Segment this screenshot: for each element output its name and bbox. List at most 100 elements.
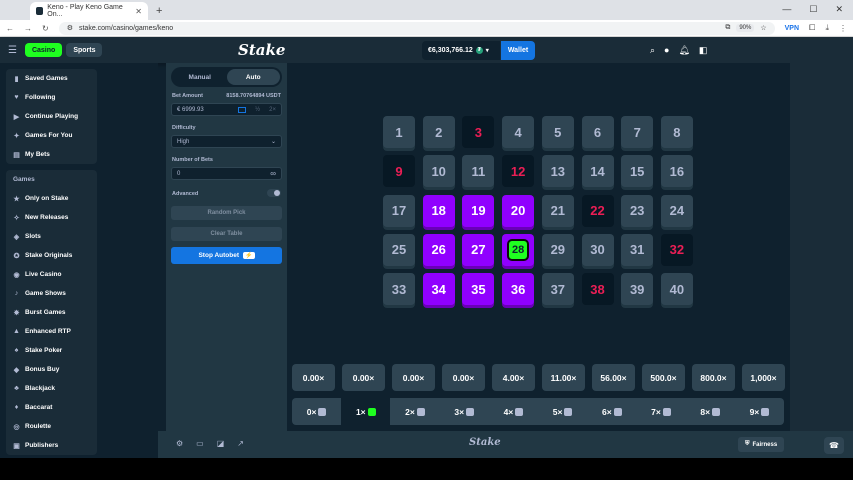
sidebar-item-bonus-buy[interactable]: ◆ Bonus Buy — [6, 360, 97, 379]
keno-tile[interactable]: 30 — [581, 233, 614, 266]
keno-tile[interactable]: 17 — [383, 194, 415, 227]
notifications-icon[interactable]: 🔔︎ — [678, 45, 689, 56]
sidebar-item-burst-games[interactable]: ✸ Burst Games — [6, 303, 97, 322]
search-icon[interactable]: ⌕ — [650, 45, 655, 56]
sidebar-item-following[interactable]: ♥ Following — [6, 88, 97, 107]
keno-tile[interactable]: 40 — [660, 273, 693, 306]
forward-icon[interactable]: → — [24, 24, 32, 33]
sidebar-item-roulette[interactable]: ◎ Roulette — [6, 417, 97, 436]
keno-tile[interactable]: 36 — [502, 273, 535, 306]
keno-tile[interactable]: 3 — [462, 116, 495, 148]
sidebar-item-enhanced-rtp[interactable]: ▲ Enhanced RTP — [6, 322, 97, 341]
double-bet-button[interactable]: 2× — [269, 107, 276, 113]
difficulty-select[interactable]: High ⌄ — [171, 135, 282, 148]
bookmark-star-icon[interactable]: ☆ — [760, 24, 766, 32]
sidebar-item-slots[interactable]: ◈ Slots — [6, 227, 97, 246]
site-info-icon[interactable]: ⚙ — [67, 24, 73, 32]
half-bet-button[interactable]: ½ — [255, 107, 260, 113]
zoom-level[interactable]: 90% — [736, 24, 755, 32]
sidebar-item-game-shows[interactable]: ♪ Game Shows — [6, 284, 97, 303]
keno-tile[interactable]: 2 — [422, 116, 455, 148]
chat-toggle-icon[interactable]: ◧ — [699, 45, 708, 56]
keno-tile[interactable]: 39 — [621, 273, 654, 306]
balance-display[interactable]: €6,303,766.12 ₮ ▾ — [422, 41, 500, 60]
keno-tile[interactable]: 35 — [462, 273, 495, 306]
theatre-mode-icon[interactable]: ▭ — [196, 439, 204, 448]
keno-tile[interactable]: 18 — [422, 194, 455, 227]
stop-autobet-button[interactable]: Stop Autobet ⚡ — [171, 247, 282, 264]
menu-icon[interactable]: ☰ — [8, 45, 17, 56]
keno-tile[interactable]: 15 — [621, 155, 654, 188]
browser-menu-icon[interactable]: ⋮ — [839, 24, 847, 33]
number-of-bets-input[interactable]: 0 ∞ — [171, 167, 282, 180]
bet-amount-input[interactable]: € 6999.93 ½ 2× — [171, 103, 282, 116]
auto-mode-tab[interactable]: Auto — [226, 69, 280, 85]
user-icon[interactable]: ● — [664, 45, 669, 56]
minimize-icon[interactable]: — — [782, 4, 791, 15]
sidebar-item-baccarat[interactable]: ♦ Baccarat — [6, 398, 97, 417]
popout-icon[interactable]: ↗ — [237, 439, 244, 448]
keno-tile[interactable]: 24 — [660, 194, 693, 227]
back-icon[interactable]: ← — [6, 24, 14, 33]
keno-tile[interactable]: 1 — [383, 116, 415, 148]
translate-icon[interactable]: ⧉ — [725, 24, 730, 32]
browser-tab[interactable]: Keno - Play Keno Game On... ✕ — [30, 2, 148, 20]
infinity-icon[interactable]: ∞ — [270, 169, 276, 178]
advanced-toggle[interactable] — [267, 189, 281, 197]
sidebar-item-games-for-you[interactable]: ✦ Games For You — [6, 126, 97, 145]
extensions-icon[interactable]: ⧠ — [809, 23, 815, 33]
keno-tile[interactable]: 38 — [581, 273, 614, 306]
keno-tile[interactable]: 12 — [502, 155, 535, 188]
sidebar-item-stake-originals[interactable]: ✪ Stake Originals — [6, 246, 97, 265]
clear-table-button[interactable]: Clear Table — [171, 227, 282, 241]
keno-tile[interactable]: 11 — [462, 155, 495, 188]
keno-tile[interactable]: 23 — [621, 194, 654, 227]
sidebar-item-new-releases[interactable]: ✧ New Releases — [6, 208, 97, 227]
sidebar-item-publishers[interactable]: ▣ Publishers — [6, 436, 97, 455]
reload-icon[interactable]: ↻ — [42, 24, 49, 33]
sidebar-item-saved-games[interactable]: ▮ Saved Games — [6, 69, 97, 88]
sidebar-item-continue-playing[interactable]: ▶ Continue Playing — [6, 107, 97, 126]
keno-tile[interactable]: 22 — [581, 194, 614, 227]
random-pick-button[interactable]: Random Pick — [171, 206, 282, 220]
fairness-button[interactable]: ⛨ Fairness — [738, 437, 785, 452]
keno-tile[interactable]: 5 — [541, 116, 574, 148]
keno-tile[interactable]: 29 — [541, 233, 574, 266]
keno-tile[interactable]: 21 — [541, 194, 574, 227]
keno-tile[interactable]: 6 — [581, 116, 614, 148]
sidebar-item-stake-poker[interactable]: ♠ Stake Poker — [6, 341, 97, 360]
sidebar-item-live-casino[interactable]: ◉ Live Casino — [6, 265, 97, 284]
keno-tile[interactable]: 27 — [462, 233, 495, 266]
tab-close-icon[interactable]: ✕ — [135, 7, 142, 16]
wallet-button[interactable]: Wallet — [501, 41, 535, 60]
keno-tile[interactable]: 28 — [502, 233, 535, 266]
keno-tile[interactable]: 25 — [383, 233, 415, 266]
keno-tile[interactable]: 14 — [581, 155, 614, 188]
stats-icon[interactable]: ◪ — [217, 439, 225, 448]
keno-tile[interactable]: 26 — [422, 233, 455, 266]
live-support-icon[interactable]: ☎ — [824, 437, 844, 454]
stake-logo[interactable]: Stake — [238, 41, 285, 59]
new-tab-icon[interactable]: + — [156, 5, 162, 17]
keno-tile[interactable]: 19 — [462, 194, 495, 227]
keno-tile[interactable]: 9 — [383, 155, 415, 188]
maximize-icon[interactable]: ☐ — [809, 4, 817, 15]
sidebar-item-blackjack[interactable]: ♣ Blackjack — [6, 379, 97, 398]
url-field[interactable]: ⚙ stake.com/casino/games/keno ⧉ 90% ☆ — [58, 21, 775, 35]
downloads-icon[interactable]: ⤓ — [825, 23, 829, 33]
keno-tile[interactable]: 20 — [502, 194, 535, 227]
keno-tile[interactable]: 32 — [660, 233, 693, 266]
keno-tile[interactable]: 33 — [383, 273, 415, 306]
settings-icon[interactable]: ⚙ — [176, 439, 183, 448]
keno-tile[interactable]: 34 — [422, 273, 455, 306]
casino-tab[interactable]: Casino — [24, 43, 63, 57]
keno-tile[interactable]: 37 — [541, 273, 574, 306]
sidebar-item-my-bets[interactable]: ▤ My Bets — [6, 145, 97, 164]
keno-tile[interactable]: 7 — [621, 116, 654, 148]
keno-tile[interactable]: 4 — [502, 116, 535, 148]
sidebar-item-only-on-stake[interactable]: ★ Only on Stake — [6, 189, 97, 208]
sports-tab[interactable]: Sports — [66, 43, 103, 57]
manual-mode-tab[interactable]: Manual — [173, 69, 227, 85]
window-close-icon[interactable]: ✕ — [835, 4, 843, 15]
keno-tile[interactable]: 31 — [621, 233, 654, 266]
